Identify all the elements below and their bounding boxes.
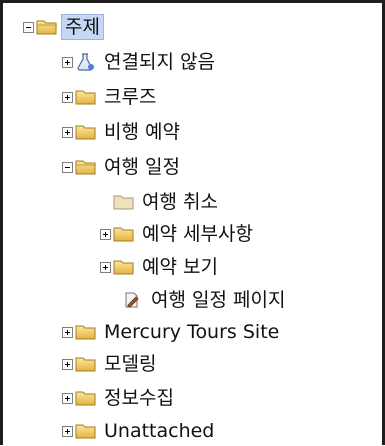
expand-toggle[interactable] [62,358,73,370]
tree-node-itinerary[interactable]: 여행 일정 [62,152,184,182]
tree-label: 비행 예약 [104,121,180,143]
tree-label: 모델링 [104,353,157,375]
collapse-toggle[interactable] [23,21,34,33]
expand-toggle[interactable] [62,91,73,103]
folder-icon [75,123,97,141]
tree-label: 예약 보기 [142,256,218,278]
tree-label: Unattached [104,420,215,442]
expand-toggle[interactable] [62,56,73,68]
expand-toggle[interactable] [62,126,73,138]
folder-icon [75,389,97,407]
tree-label: 정보수집 [104,387,174,409]
tree-node-view-booking[interactable]: 예약 보기 [100,252,222,282]
tree-label-root: 주제 [61,14,104,40]
expand-toggle[interactable] [62,425,73,437]
tree-node-cruise[interactable]: 크루즈 [62,82,160,112]
topic-tree: 주제 연결되지 않음 크루즈 비행 예약 여행 일정 여행 취소 예약 세부사항… [3,3,382,445]
tree-node-itinerary-page[interactable]: 여행 일정 페이지 [122,285,289,315]
expand-toggle[interactable] [100,261,111,273]
tree-label: 여행 일정 [104,156,180,178]
expand-toggle[interactable] [62,392,73,404]
tree-label: 여행 일정 페이지 [151,289,286,311]
tree-node-flight-booking[interactable]: 비행 예약 [62,117,184,147]
collapse-toggle[interactable] [62,161,73,173]
tree-label: Mercury Tours Site [104,321,280,343]
tree-node-mercury-tours[interactable]: Mercury Tours Site [62,317,283,347]
folder-icon [75,88,97,106]
tree-node-disconnected[interactable]: 연결되지 않음 [62,47,219,77]
expand-toggle[interactable] [62,326,73,338]
expand-toggle[interactable] [100,228,111,240]
tree-node-unattached[interactable]: Unattached [62,416,218,446]
tree-node-modeling[interactable]: 모델링 [62,349,160,379]
tree-label: 연결되지 않음 [104,51,215,73]
tree-node-info-gathering[interactable]: 정보수집 [62,383,178,413]
folder-icon [113,193,135,211]
tree-node-trip-cancel[interactable]: 여행 취소 [113,187,222,217]
folder-icon [75,422,97,440]
tree-label: 크루즈 [104,86,157,108]
page-edit-icon [122,291,144,309]
folder-icon [75,355,97,373]
tree-label: 예약 세부사항 [142,223,253,245]
flask-icon [75,53,97,71]
tree-node-root[interactable]: 주제 [23,12,104,42]
tree-node-booking-details[interactable]: 예약 세부사항 [100,219,257,249]
folder-icon [113,225,135,243]
tree-panel: 주제 연결되지 않음 크루즈 비행 예약 여행 일정 여행 취소 예약 세부사항… [0,0,385,445]
folder-icon [75,323,97,341]
folder-open-icon [36,18,58,36]
tree-label: 여행 취소 [142,191,218,213]
folder-icon [113,258,135,276]
folder-open-icon [75,158,97,176]
